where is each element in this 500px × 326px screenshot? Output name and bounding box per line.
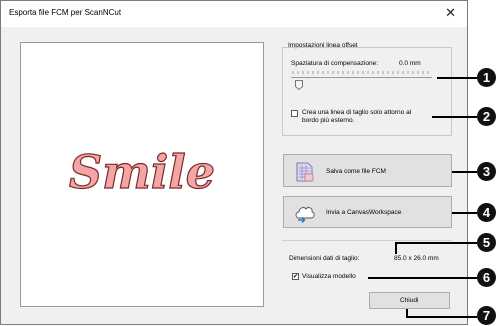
separator [282,240,452,241]
callout-pointer-6 [368,277,477,279]
callout-pointer-2 [432,116,477,118]
close-icon[interactable]: ✕ [445,6,456,19]
callout-pointer-3 [452,171,477,173]
callout-badge-7: 7 [477,306,496,325]
spacing-slider-thumb[interactable] [295,80,303,90]
callout-badge-5: 5 [477,233,496,252]
cut-data-size-value: 85.0 x 26.0 mm [394,255,439,262]
send-canvasworkspace-button[interactable]: Invia a CanvasWorkspace [283,196,452,228]
show-model-checkbox[interactable]: ✔ [292,273,299,280]
preview-pane: Smile [20,42,264,307]
smile-artwork: Smile [68,144,215,199]
callout-pointer-1 [437,77,477,79]
callout-pointer-4 [452,212,477,214]
spacing-value: 0.0 mm [399,60,421,67]
send-canvasworkspace-label: Invia a CanvasWorkspace [326,209,402,216]
cloud-upload-icon [295,207,315,223]
spacing-slider-track[interactable] [291,77,432,78]
outer-only-label: Crea una linea di taglio solo attorno al… [302,109,411,125]
save-fcm-label: Salva come file FCM [326,168,386,175]
fcm-file-icon [296,162,314,182]
callout-pointer-5 [395,242,477,244]
spacing-label: Spaziatura di compensazione: [291,60,379,67]
callout-badge-3: 3 [477,162,496,181]
outer-only-label-line2: bordo più esterno. [302,117,355,124]
outer-only-label-line1: Crea una linea di taglio solo attorno al [302,109,412,116]
callout-badge-1: 1 [477,68,496,87]
callout-badge-4: 4 [477,203,496,222]
outer-only-checkbox[interactable] [291,110,298,117]
close-button[interactable]: Chiudi [369,292,450,309]
callout-badge-6: 6 [477,268,496,287]
close-button-label: Chiudi [400,297,419,304]
dialog-title: Esporta file FCM per ScanNCut [9,8,122,17]
save-fcm-button[interactable]: Salva come file FCM [283,154,452,187]
callout-badge-2: 2 [477,107,496,126]
callout-pointer-7 [406,316,477,318]
title-bar: Esporta file FCM per ScanNCut ✕ [1,1,467,27]
show-model-label: Visualizza modello [302,273,356,280]
artwork-text: Smile [69,145,215,199]
cut-data-size-label: Dimensioni dati di taglio: [289,255,360,262]
